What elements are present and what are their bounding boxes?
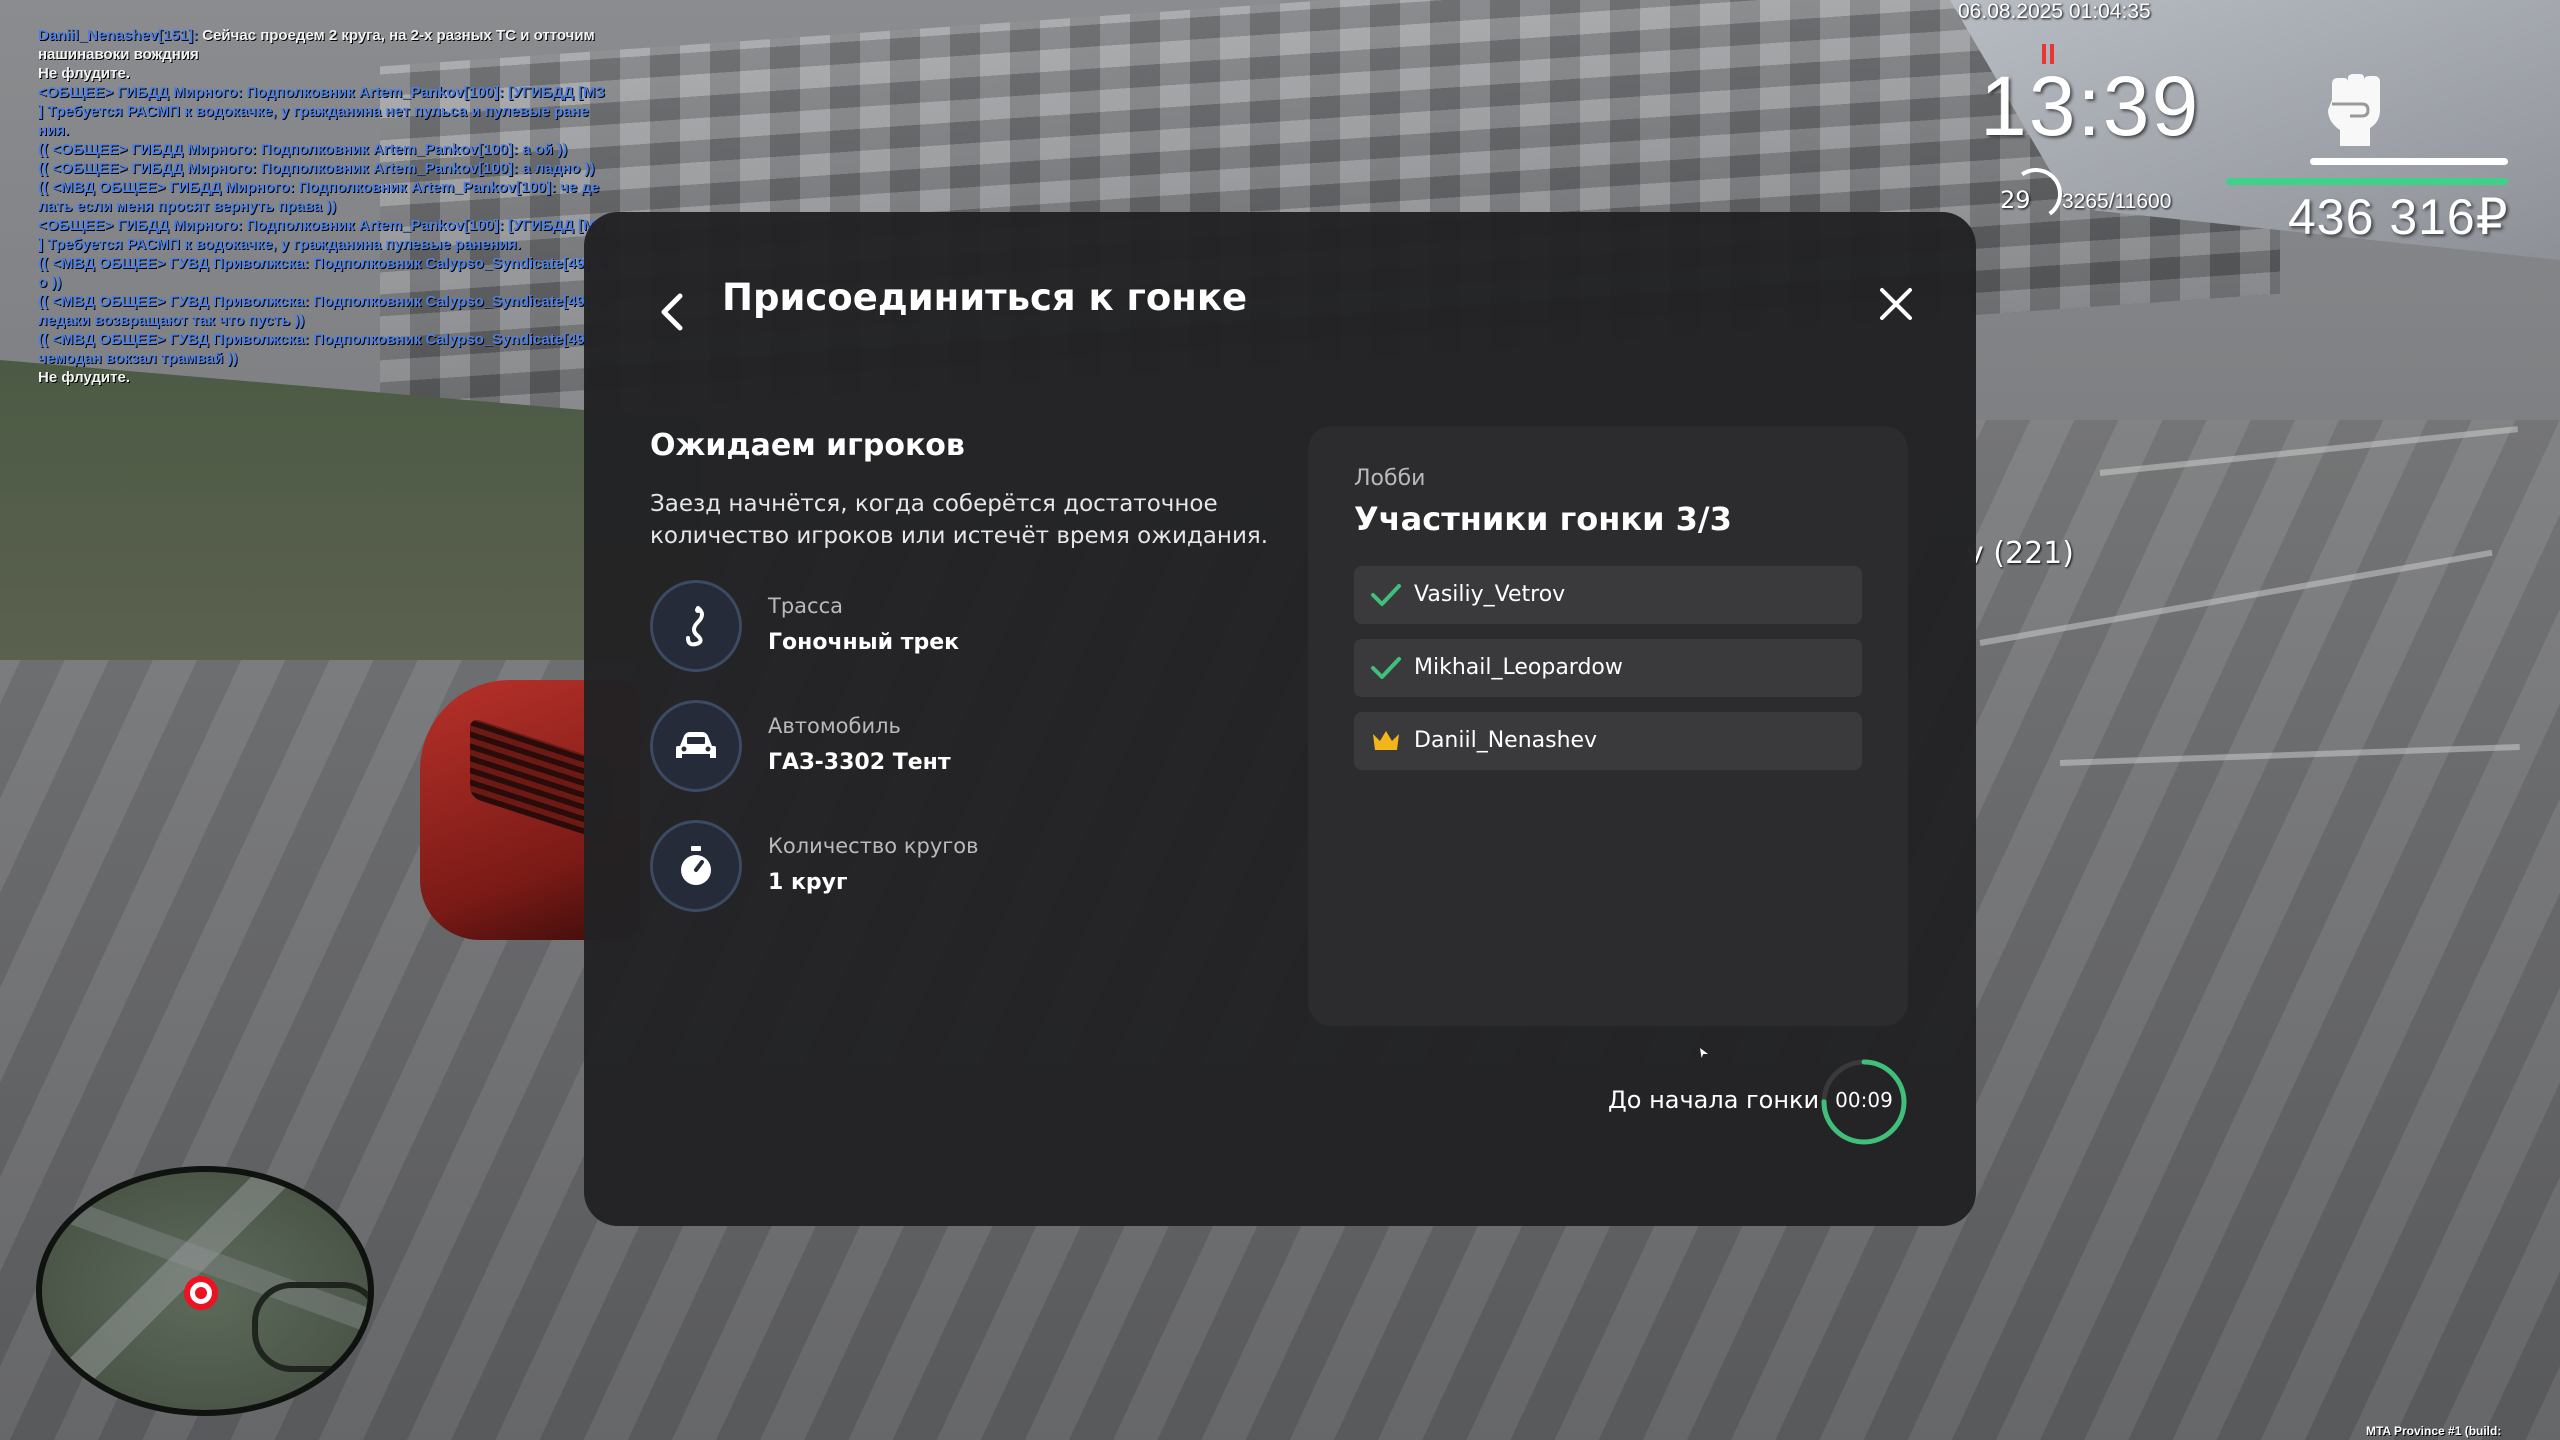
status-description: Заезд начнётся, когда соберётся достаточ…	[650, 491, 1269, 549]
hud-money: 436 316₽	[2288, 189, 2509, 245]
lobby-title: Участники гонки 3/3	[1354, 500, 1732, 538]
info-value: 1 круг	[768, 870, 848, 895]
health-bar	[2310, 158, 2508, 165]
armor-bar	[2226, 178, 2508, 185]
chat-text: ния.	[38, 122, 70, 139]
chat-text: (( <ОБЩЕЕ> ГИБДД Мирного: Подполковник A…	[38, 160, 595, 177]
lobby-player: Daniil_Nenashev	[1354, 712, 1862, 770]
chat-text: Сейчас проедем 2 круга, на 2-х разных ТС…	[198, 27, 595, 44]
chat-line: Не флудите.	[38, 64, 653, 83]
hud-level: 29	[2000, 186, 2031, 214]
chat-text: (( <МВД ОБЩЕЕ> ГУВД Приволжска: Подполко…	[38, 331, 595, 348]
info-track: Трасса Гоночный трек	[650, 580, 1250, 672]
info-value: Гоночный трек	[768, 630, 960, 655]
chat-line: лать если меня просят вернуть права ))	[38, 197, 653, 216]
car-icon	[650, 700, 742, 792]
hud-xp: 3265/11600	[2062, 190, 2172, 213]
info-value: ГАЗ-3302 Тент	[768, 750, 951, 775]
player-name-tag: v (221)	[1966, 536, 2074, 571]
chat-line: Не флудите.	[38, 368, 653, 387]
chat-text: ] Требуется РАСМП к водокачке, у граждан…	[38, 103, 589, 120]
info-label: Количество кругов	[768, 834, 979, 858]
check-icon	[1371, 584, 1401, 606]
minimap-track	[252, 1282, 368, 1372]
chat-nick: Daniil_Nenashev[151]:	[38, 27, 199, 44]
status-title: Ожидаем игроков	[650, 428, 965, 463]
chat-line: Daniil_Nenashev[151]: Сейчас проедем 2 к…	[38, 26, 653, 45]
chat-line: (( <МВД ОБЩЕЕ> ГУВД Приволжска: Подполко…	[38, 330, 653, 349]
chat-line: <ОБЩЕЕ> ГИБДД Мирного: Подполковник Arte…	[38, 83, 653, 102]
player-marker-icon	[184, 1276, 218, 1310]
chat-line: ледаки возвращают так что пусть ))	[38, 311, 653, 330]
chat-line: (( <МВД ОБЩЕЕ> ГУВД Приволжска: Подполко…	[38, 292, 653, 311]
chat-log: Daniil_Nenashev[151]: Сейчас проедем 2 к…	[38, 26, 653, 387]
lobby-player: Mikhail_Leopardow	[1354, 639, 1862, 697]
lobby-panel: Лобби Участники гонки 3/3 Vasiliy_Vetrov…	[1308, 426, 1908, 1026]
modal-title: Присоединиться к гонке	[722, 276, 1248, 319]
chat-line: (( <ОБЩЕЕ> ГИБДД Мирного: Подполковник A…	[38, 159, 653, 178]
chat-line: ] Требуется РАСМП к водокачке, у граждан…	[38, 235, 653, 254]
countdown-value: 00:09	[1835, 1088, 1893, 1112]
hud-datetime: 06.08.2025 01:04:35	[1958, 0, 2151, 23]
fist-icon	[2328, 74, 2380, 146]
track-icon	[650, 580, 742, 672]
chat-line: (( <МВД ОБЩЕЕ> ГУВД Приволжска: Подполко…	[38, 254, 653, 273]
close-icon[interactable]	[1872, 280, 1920, 328]
player-name: Vasiliy_Vetrov	[1414, 582, 1566, 607]
chat-text: (( <МВД ОБЩЕЕ> ГУВД Приволжска: Подполко…	[38, 255, 608, 272]
player-name: Mikhail_Leopardow	[1414, 655, 1623, 680]
build-version: MTA Province #1 (build: 6.12416.9)	[2366, 1424, 2502, 1440]
chat-line: о ))	[38, 273, 653, 292]
check-icon	[1371, 657, 1401, 679]
crown-icon	[1373, 731, 1399, 750]
chat-text: нашинавоки вождния	[38, 46, 199, 63]
chat-text: (( <МВД ОБЩЕЕ> ГУВД Приволжска: Подполко…	[38, 293, 608, 310]
chat-line: (( <ОБЩЕЕ> ГИБДД Мирного: Подполковник A…	[38, 140, 653, 159]
info-laps: Количество кругов 1 круг	[650, 820, 1250, 912]
join-race-modal: Присоединиться к гонке Ожидаем игроков З…	[584, 212, 1976, 1226]
chat-line: ния.	[38, 121, 653, 140]
info-label: Автомобиль	[768, 714, 901, 738]
chat-line: нашинавоки вождния	[38, 45, 653, 64]
chat-text: Не флудите.	[38, 369, 130, 386]
info-label: Трасса	[768, 594, 843, 618]
hud-time: 13:39	[1980, 59, 2201, 153]
chat-line: чемодан вокзал трамвай ))	[38, 349, 653, 368]
chevron-left-icon[interactable]	[654, 292, 690, 332]
chat-text: (( <ОБЩЕЕ> ГИБДД Мирного: Подполковник A…	[38, 141, 568, 158]
chat-line: (( <МВД ОБЩЕЕ> ГИБДД Мирного: Подполковн…	[38, 178, 653, 197]
info-car: Автомобиль ГАЗ-3302 Тент	[650, 700, 1250, 792]
lobby-player: Vasiliy_Vetrov	[1354, 566, 1862, 624]
chat-text: <ОБЩЕЕ> ГИБДД Мирного: Подполковник Arte…	[38, 84, 605, 101]
lobby-label: Лобби	[1354, 466, 1426, 491]
chat-text: чемодан вокзал трамвай ))	[38, 350, 238, 367]
chat-text: (( <МВД ОБЩЕЕ> ГИБДД Мирного: Подполковн…	[38, 179, 600, 196]
chat-line: <ОБЩЕЕ> ГИБДД Мирного: Подполковник Arte…	[38, 216, 653, 235]
chat-text: о ))	[38, 274, 62, 291]
stopwatch-icon	[650, 820, 742, 912]
chat-text: ] Требуется РАСМП к водокачке, у граждан…	[38, 236, 521, 253]
chat-text: ледаки возвращают так что пусть ))	[38, 312, 305, 329]
player-name: Daniil_Nenashev	[1414, 728, 1598, 753]
countdown-label: До начала гонки	[1608, 1086, 1820, 1114]
chat-text: Не флудите.	[38, 65, 130, 82]
chat-text: <ОБЩЕЕ> ГИБДД Мирного: Подполковник Arte…	[38, 217, 605, 234]
chat-line: ] Требуется РАСМП к водокачке, у граждан…	[38, 102, 653, 121]
chat-text: лать если меня просят вернуть права ))	[38, 198, 337, 215]
